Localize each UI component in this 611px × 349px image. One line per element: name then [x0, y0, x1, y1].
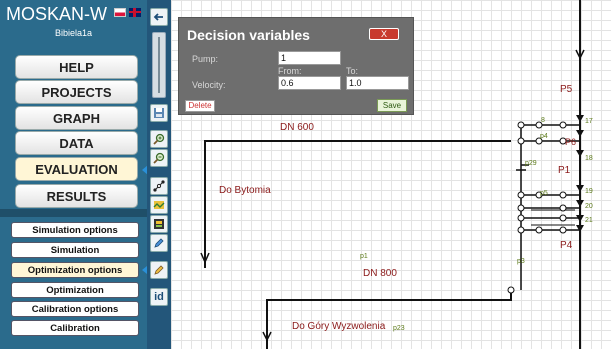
- save-icon[interactable]: [150, 104, 168, 122]
- pipe-label-dn800: DN 800: [363, 268, 397, 279]
- save-button[interactable]: Save: [377, 99, 407, 112]
- node-label: p29: [525, 160, 537, 167]
- direction-label-bytom: Do Bytomia: [219, 185, 271, 196]
- station-label-p5: P5: [560, 84, 573, 95]
- zoom-in-icon[interactable]: [150, 130, 168, 148]
- pencil-icon[interactable]: [150, 261, 168, 279]
- help-button[interactable]: HELP: [15, 55, 138, 79]
- toolbar: id: [147, 0, 171, 349]
- pump-field[interactable]: 1: [278, 51, 341, 65]
- optimization-options-button[interactable]: Optimization options: [11, 262, 147, 278]
- polish-flag-icon[interactable]: [114, 8, 126, 17]
- node-label: 8: [541, 117, 545, 124]
- velocity-from-field[interactable]: 0.6: [278, 76, 341, 90]
- velocity-to-field[interactable]: 1.0: [346, 76, 409, 90]
- edit-icon[interactable]: [150, 234, 168, 252]
- calibration-options-button[interactable]: Calibration options: [11, 301, 139, 317]
- optimization-options-label: Optimization options: [27, 264, 123, 276]
- calibration-button[interactable]: Calibration: [11, 320, 139, 336]
- node-label: P6: [565, 137, 577, 147]
- username: Bibiela1a: [54, 28, 93, 38]
- delete-button[interactable]: Delete: [185, 100, 215, 112]
- layers-icon[interactable]: [150, 215, 168, 233]
- node-label: 18: [585, 155, 593, 162]
- direction-label-gory: Do Góry Wyzwolenia: [292, 321, 386, 332]
- node-label: 20: [585, 203, 593, 210]
- dialog-title: Decision variables: [187, 27, 310, 43]
- results-button[interactable]: RESULTS: [15, 184, 138, 208]
- optimization-button[interactable]: Optimization: [11, 282, 139, 298]
- node-label: p3: [517, 258, 525, 265]
- node-label: 17: [585, 118, 593, 125]
- back-arrow-icon[interactable]: [150, 8, 168, 26]
- pipe-dn800: [266, 290, 512, 349]
- node-label: 21: [585, 217, 593, 224]
- uk-flag-icon[interactable]: [129, 8, 141, 17]
- app-title: MOSKAN-W: [6, 4, 107, 24]
- zoom-slider[interactable]: [152, 32, 166, 98]
- node-label: p1: [360, 253, 368, 260]
- to-label: To:: [346, 66, 359, 76]
- simulation-button[interactable]: Simulation: [11, 242, 139, 258]
- decision-variables-dialog: Decision variables X Pump: 1 From: To: V…: [178, 17, 414, 115]
- pipe-dn600: [204, 140, 511, 268]
- sidebar: MOSKAN-W Bibiela1a HELP PROJECTS GRAPH D…: [0, 0, 148, 349]
- sidebar-divider: [0, 209, 147, 217]
- pipe-label-dn600: DN 600: [280, 122, 314, 133]
- evaluation-button[interactable]: EVALUATION: [15, 157, 148, 181]
- node-label: p23: [393, 325, 405, 332]
- data-button[interactable]: DATA: [15, 131, 138, 155]
- velocity-label: Velocity:: [192, 80, 226, 90]
- projects-button[interactable]: PROJECTS: [15, 80, 138, 104]
- connect-nodes-icon[interactable]: [150, 177, 168, 195]
- node-label: p4: [540, 133, 548, 140]
- from-label: From:: [278, 66, 302, 76]
- node-label: p5: [540, 190, 548, 197]
- graph-button[interactable]: GRAPH: [15, 106, 138, 130]
- evaluation-label: EVALUATION: [35, 161, 118, 177]
- node-id-label: id: [154, 291, 164, 303]
- simulation-options-button[interactable]: Simulation options: [11, 222, 139, 238]
- station-label-p4: P4: [560, 240, 573, 251]
- pump-label: Pump:: [192, 54, 219, 64]
- map-icon[interactable]: [150, 196, 168, 214]
- zoom-out-icon[interactable]: [150, 149, 168, 167]
- close-button[interactable]: X: [369, 28, 399, 40]
- station-label-p1: P1: [558, 165, 571, 176]
- node-label: 19: [585, 188, 593, 195]
- node-id-icon[interactable]: id: [150, 288, 168, 306]
